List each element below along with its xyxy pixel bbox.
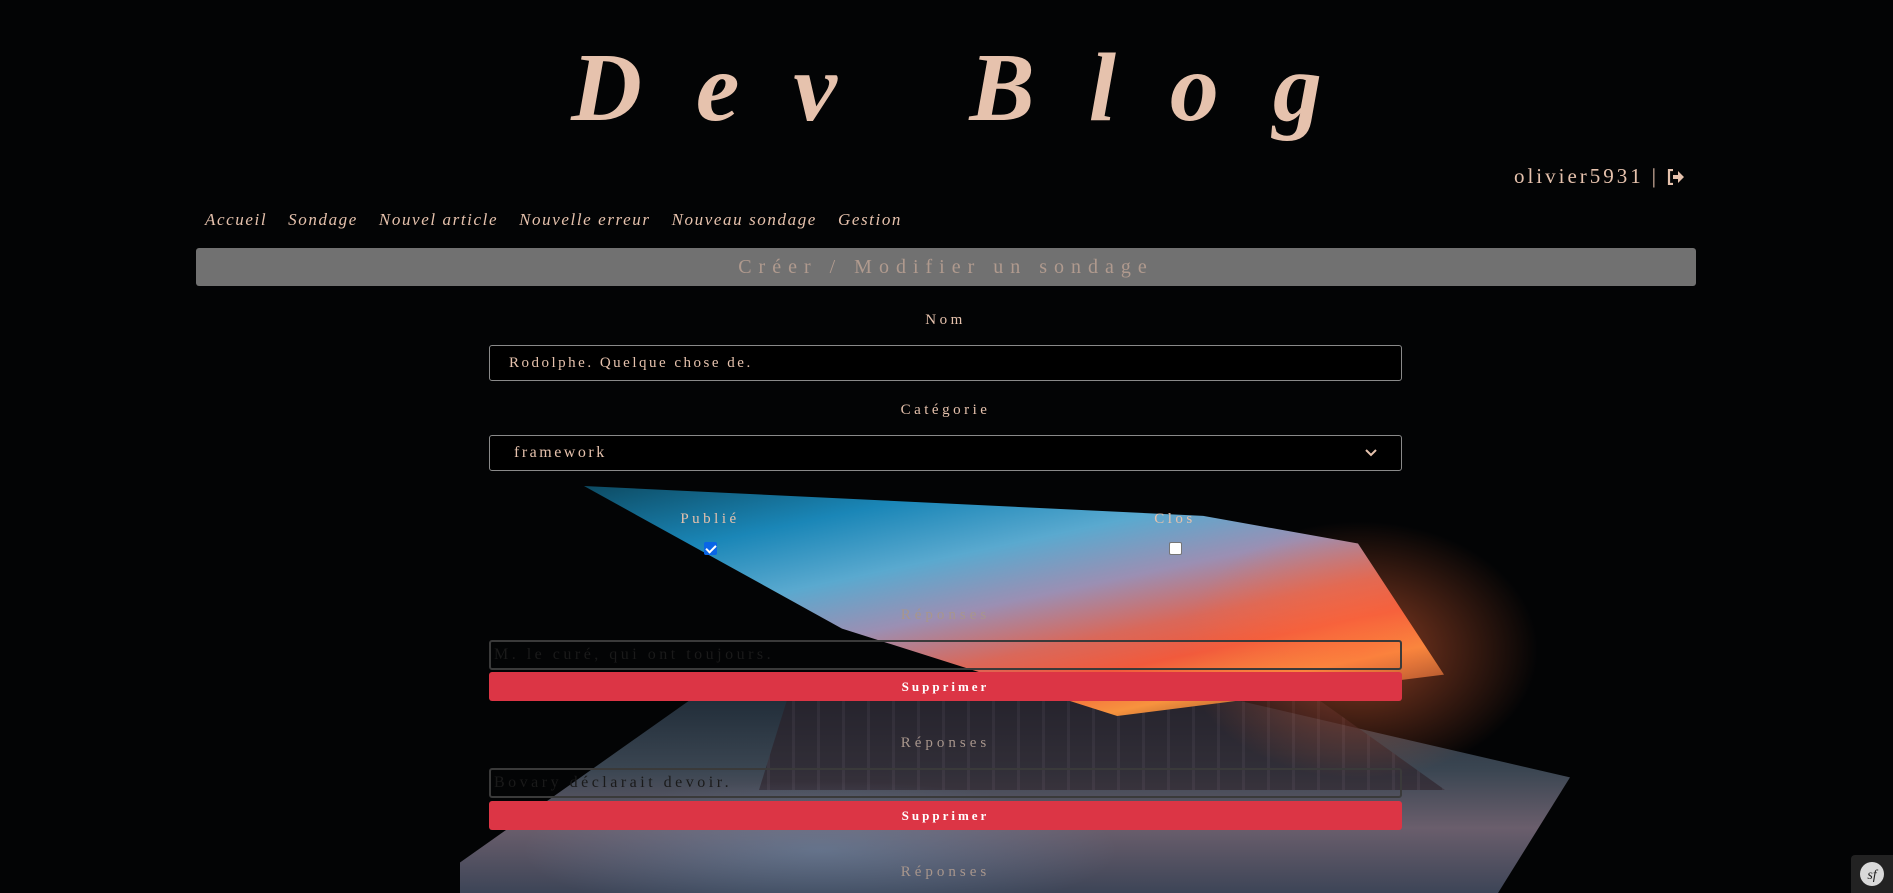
nav-item-accueil[interactable]: Accueil xyxy=(205,210,267,230)
closed-checkbox[interactable] xyxy=(1168,542,1182,555)
nav-item-nouvelle-erreur[interactable]: Nouvelle erreur xyxy=(519,210,650,230)
chevron-down-icon xyxy=(1365,449,1377,457)
category-label: Catégorie xyxy=(900,402,991,418)
delete-response-button[interactable]: Supprimer xyxy=(489,672,1402,701)
category-select[interactable]: framework xyxy=(489,435,1402,471)
published-checkbox[interactable] xyxy=(703,542,717,555)
delete-response-button[interactable]: Supprimer xyxy=(489,801,1402,830)
responses-label: Réponses xyxy=(900,864,991,880)
main-nav: Accueil Sondage Nouvel article Nouvelle … xyxy=(205,210,902,230)
username: olivier5931 xyxy=(1513,164,1644,188)
page-title: Créer / Modifier un sondage xyxy=(196,248,1696,286)
response-input[interactable]: Bovary déclarait devoir. xyxy=(489,768,1402,798)
symfony-icon[interactable]: sf xyxy=(1851,855,1893,893)
sign-out-icon[interactable] xyxy=(1667,168,1685,185)
closed-label: Clos xyxy=(1154,511,1196,527)
response-input[interactable]: M. le curé, qui ont toujours. xyxy=(489,640,1402,670)
published-group: Publié xyxy=(660,511,760,560)
nav-item-nouveau-sondage[interactable]: Nouveau sondage xyxy=(672,210,817,230)
category-selected-value: framework xyxy=(514,444,607,461)
nav-item-sondage[interactable]: Sondage xyxy=(288,210,358,230)
site-title: Dev Blog xyxy=(571,34,1376,142)
published-label: Publié xyxy=(680,511,740,527)
nav-item-nouvel-article[interactable]: Nouvel article xyxy=(379,210,498,230)
separator: | xyxy=(1651,164,1659,188)
nav-item-gestion[interactable]: Gestion xyxy=(838,210,902,230)
user-bar: olivier5931 | xyxy=(1514,164,1685,189)
name-label: Nom xyxy=(925,312,966,328)
name-input[interactable] xyxy=(489,345,1402,381)
responses-label: Réponses xyxy=(900,735,991,751)
responses-label: Réponses xyxy=(900,607,991,623)
closed-group: Clos xyxy=(1125,511,1225,560)
